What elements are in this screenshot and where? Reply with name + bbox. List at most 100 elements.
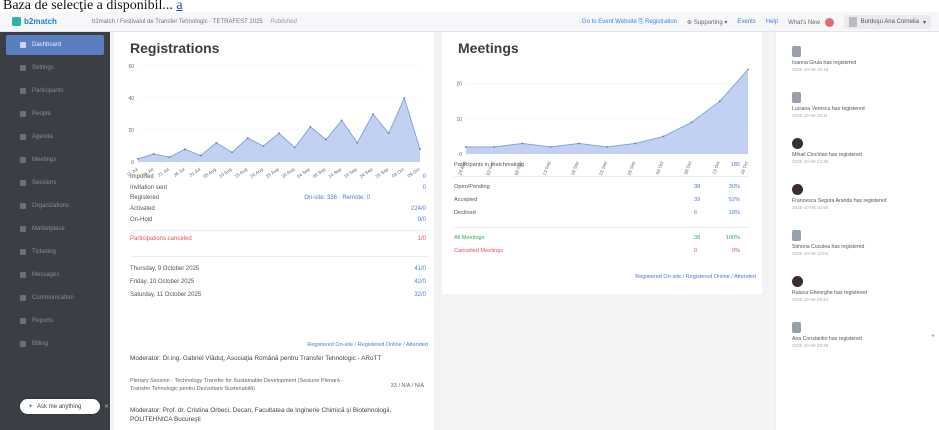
sessions-icon bbox=[20, 180, 26, 186]
day-value[interactable]: 42/0 bbox=[414, 279, 426, 285]
meeting-count[interactable]: 39 bbox=[694, 197, 700, 203]
meeting-percent: 52% bbox=[728, 197, 740, 203]
feed-item[interactable]: Simona Cuculea has registered 2025-10-08 … bbox=[792, 230, 932, 257]
sidebar-item-billing[interactable]: Billing bbox=[6, 334, 104, 354]
data-point[interactable] bbox=[465, 146, 467, 148]
meeting-count[interactable]: 38 bbox=[694, 235, 700, 241]
sidebar-item-organizations[interactable]: Organizations bbox=[6, 196, 104, 216]
data-point[interactable] bbox=[340, 119, 343, 122]
caption-link[interactable]: a bbox=[176, 0, 182, 12]
data-point[interactable] bbox=[577, 142, 580, 145]
data-point[interactable] bbox=[718, 100, 721, 103]
moderator-2: Moderator: Prof. dr. Cristina Orbeci, De… bbox=[130, 407, 392, 423]
sidebar-item-settings[interactable]: Settings bbox=[6, 58, 104, 78]
help-link[interactable]: Help bbox=[766, 19, 778, 25]
meetings-card: Meetings 20 10 0 29 Aug 03 Sep 08 Sep 13 Sep 18… bbox=[442, 32, 762, 294]
data-point[interactable] bbox=[293, 146, 296, 149]
data-point[interactable] bbox=[606, 146, 608, 148]
close-icon[interactable]: ✕ bbox=[104, 403, 109, 410]
supporting-menu[interactable]: ⊕ Supporting ▾ bbox=[687, 19, 727, 26]
registrations-legend[interactable]: Registered On-site / Registered Online /… bbox=[307, 342, 428, 348]
data-point[interactable] bbox=[521, 142, 524, 145]
sidebar-item-people[interactable]: People bbox=[6, 104, 104, 124]
sidebar-item-reports[interactable]: Reports bbox=[6, 311, 104, 331]
data-point[interactable] bbox=[493, 146, 496, 148]
ask-ai-button[interactable]: ✦ Ask me anything bbox=[20, 399, 100, 414]
stat-value[interactable]: 224/0 bbox=[411, 206, 426, 212]
meetings-legend[interactable]: Registered On-site / Registered Online /… bbox=[635, 274, 756, 280]
data-point[interactable] bbox=[168, 156, 171, 159]
sidebar-item-messages[interactable]: Messages bbox=[6, 265, 104, 285]
data-point[interactable] bbox=[137, 157, 139, 160]
registrations-title: Registrations bbox=[130, 40, 220, 56]
stat-middle[interactable]: On-site: 336 · Remote: 0 bbox=[304, 195, 370, 201]
stat-value[interactable]: 1/0 bbox=[418, 236, 426, 242]
feed-item[interactable]: Luciana Verescu has registered 2025-10-08… bbox=[792, 92, 932, 119]
data-point[interactable] bbox=[356, 141, 359, 144]
data-point[interactable] bbox=[246, 137, 249, 139]
sidebar-item-sessions[interactable]: Sessions bbox=[6, 173, 104, 193]
sidebar-item-dashboard[interactable]: Dashboard bbox=[6, 35, 104, 55]
registration-label: Registration bbox=[644, 18, 677, 25]
data-point[interactable] bbox=[419, 148, 421, 151]
meeting-count[interactable]: 38 bbox=[694, 184, 700, 190]
dashboard-icon bbox=[20, 42, 26, 48]
data-point[interactable] bbox=[309, 125, 312, 128]
top-actions: Go to Event Website ⎘ Registration ⊕ Sup… bbox=[582, 12, 939, 32]
data-point[interactable] bbox=[215, 141, 218, 144]
sidebar-item-ticketing[interactable]: Ticketing bbox=[6, 242, 104, 262]
meeting-count[interactable]: 0 bbox=[694, 248, 697, 254]
data-point[interactable] bbox=[199, 154, 202, 157]
go-to-event-link[interactable]: Go to Event Website ⎘ Registration bbox=[582, 19, 677, 26]
stat-value[interactable]: 0 bbox=[423, 185, 426, 191]
whats-new-button[interactable]: What's New bbox=[788, 17, 834, 27]
breadcrumb-path[interactable]: b2match / Festivalul de Transfer Tehnolo… bbox=[92, 19, 263, 25]
data-point[interactable] bbox=[262, 145, 265, 147]
settings-icon bbox=[20, 65, 26, 71]
data-point[interactable] bbox=[747, 68, 749, 71]
data-point[interactable] bbox=[325, 138, 327, 141]
feed-item[interactable]: Ioanna Gruia has registered 2025-10-08 16… bbox=[792, 46, 932, 73]
data-point[interactable] bbox=[231, 151, 233, 154]
user-menu[interactable]: Burduşu Ana Cornelia ▾ bbox=[843, 15, 931, 29]
feed-item[interactable]: Mihail Ciocîrlan has registered 2025-10-0… bbox=[792, 138, 932, 165]
data-point[interactable] bbox=[690, 121, 693, 124]
sidebar-item-communication[interactable]: Communication bbox=[6, 288, 104, 308]
day-value[interactable]: 41/0 bbox=[414, 266, 426, 272]
meeting-count[interactable]: 6 bbox=[694, 210, 697, 216]
meeting-percent: 30% bbox=[728, 184, 740, 190]
data-point[interactable] bbox=[634, 142, 637, 145]
data-point[interactable] bbox=[152, 153, 155, 155]
data-point[interactable] bbox=[387, 132, 390, 135]
data-point[interactable] bbox=[372, 113, 374, 115]
y-tick-label: 10 bbox=[456, 117, 462, 123]
meeting-label: Accepted bbox=[454, 197, 478, 203]
data-point[interactable] bbox=[278, 132, 280, 135]
sidebar-item-label: Agenda bbox=[32, 134, 53, 140]
feed-item[interactable]: Raluca Gheorghe has registered 2025-10-08… bbox=[792, 276, 932, 303]
stat-value[interactable]: 185 bbox=[731, 162, 740, 168]
feed-item[interactable]: Francesca Segura Aranda has registered 20… bbox=[792, 184, 932, 211]
events-link[interactable]: Events bbox=[737, 19, 755, 25]
activity-feed: ◂ Ioanna Gruia has registered 2025-10-08 … bbox=[775, 32, 939, 430]
meetings-chart: 2010029 Aug 03 Sep 08 Sep 13 Sep 18 Sep 23 Se… bbox=[456, 68, 749, 176]
feed-item[interactable]: Ana Constantin has registered 2025-10-08 … bbox=[792, 322, 932, 349]
brand-logo[interactable]: b2match bbox=[0, 17, 90, 26]
sidebar-item-label: Organizations bbox=[32, 203, 70, 209]
day-value[interactable]: 32/0 bbox=[414, 292, 426, 298]
stat-label: Registered bbox=[130, 195, 160, 201]
data-point[interactable] bbox=[549, 146, 552, 148]
sidebar-item-marketplace[interactable]: Marketplace bbox=[6, 219, 104, 239]
divider bbox=[130, 256, 430, 257]
sidebar-item-participants[interactable]: Participants bbox=[6, 81, 104, 101]
stat-value[interactable]: 0/0 bbox=[418, 217, 426, 223]
data-point[interactable] bbox=[403, 97, 406, 99]
data-point[interactable] bbox=[184, 148, 186, 151]
y-tick-label: 0 bbox=[131, 160, 134, 166]
sidebar-item-label: Sessions bbox=[32, 180, 57, 186]
stat-value[interactable]: 0 bbox=[423, 174, 426, 180]
sidebar-item-agenda[interactable]: Agenda bbox=[6, 127, 104, 147]
data-point[interactable] bbox=[662, 135, 665, 138]
sidebar-item-meetings[interactable]: Meetings bbox=[6, 150, 104, 170]
avatar bbox=[792, 230, 801, 241]
